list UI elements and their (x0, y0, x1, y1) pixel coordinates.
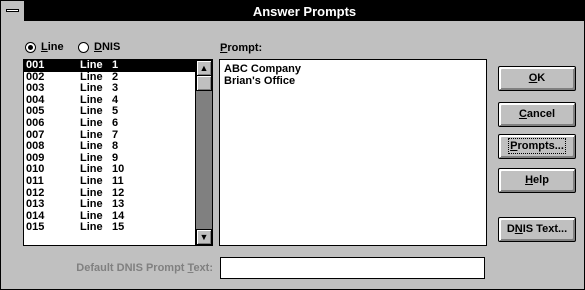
cancel-button-accel: C (518, 108, 527, 120)
list-item[interactable]: 003 Line 3 (24, 83, 196, 95)
list-item-name: Line (80, 116, 103, 129)
list-item[interactable]: 006 Line 6 (24, 116, 196, 130)
list-item-code: 015 (26, 221, 45, 234)
line-listbox[interactable]: 001 Line 1 002 Line 2 003 Line 3 004 Line 4 005 Line 5… (23, 59, 213, 246)
list-item-num: 15 (112, 221, 125, 234)
list-item-num: 8 (112, 140, 119, 153)
list-item[interactable]: 004 Line 4 (24, 94, 196, 107)
list-item-code: 008 (26, 140, 45, 153)
prompts-button-label: rompts... (517, 140, 564, 152)
system-menu-button[interactable] (1, 1, 25, 21)
list-item-name: Line (80, 221, 103, 234)
list-item[interactable]: 014 Line 14 (24, 210, 196, 223)
prompts-button[interactable]: Prompts... (498, 134, 576, 159)
dnis-text-button-accel: N (514, 223, 523, 235)
prompt-textarea[interactable]: ABC Company Brian's Office (219, 59, 487, 246)
list-item-name: Line (80, 59, 103, 71)
system-menu-icon (6, 9, 19, 12)
list-item-name: Line (80, 140, 103, 153)
help-button[interactable]: Help (498, 168, 576, 193)
list-item-name: Line (80, 174, 103, 187)
list-item[interactable]: 008 Line 8 (24, 141, 196, 153)
scroll-track[interactable] (196, 91, 212, 229)
list-scrollbar[interactable]: ▲ ▼ (195, 60, 212, 245)
prompts-button-focus-rect: Prompts... (508, 138, 566, 154)
line-radio-label-rest: ine (47, 41, 64, 53)
list-item[interactable]: 005 Line 5 (24, 106, 196, 118)
list-item[interactable]: 012 Line 12 (24, 187, 196, 200)
line-radio-label[interactable]: Line (41, 41, 64, 53)
prompt-line: Brian's Office (224, 75, 296, 87)
ok-button-label: K (537, 72, 546, 84)
prompt-label-rest: rompt: (227, 42, 263, 54)
scroll-thumb[interactable] (196, 75, 212, 91)
prompt-label: Prompt: (220, 42, 262, 54)
default-dnis-label-rest: ext: (193, 262, 213, 274)
line-list-rows: 001 Line 1 002 Line 2 003 Line 3 004 Line 4 005 Line 5… (24, 60, 212, 234)
list-item-code: 013 (26, 198, 45, 211)
scroll-up-icon: ▲ (199, 63, 209, 73)
scroll-down-button[interactable]: ▼ (196, 229, 212, 245)
list-item-num: 6 (112, 116, 119, 129)
dnis-text-button[interactable]: DNIS Text... (498, 217, 576, 242)
list-item-num: 13 (112, 198, 125, 211)
dnis-radio-label-accel: D (94, 41, 102, 53)
dnis-radio-label[interactable]: DNIS (94, 41, 120, 53)
cancel-button[interactable]: Cancel (498, 102, 576, 127)
default-dnis-label-pre: Default DNIS Prompt (76, 262, 188, 274)
list-item[interactable]: 009 Line 9 (24, 152, 196, 165)
cancel-button-label: ancel (526, 108, 556, 120)
scroll-down-icon: ▼ (199, 232, 209, 242)
list-item[interactable]: 015 Line 15 (24, 222, 196, 234)
window-title: Answer Prompts (252, 4, 357, 19)
dnis-text-button-pre: D (506, 223, 515, 235)
ok-button-accel: O (528, 72, 538, 84)
title-bar: Answer Prompts (1, 1, 584, 21)
prompt-line: ABC Company (224, 63, 302, 75)
dnis-text-button-label: IS Text... (522, 223, 568, 235)
help-button-label: elp (533, 174, 549, 186)
radio-selected-dot (28, 45, 33, 50)
list-item[interactable]: 010 Line 10 (24, 164, 196, 176)
list-item-code: 011 (26, 174, 44, 187)
list-item-num: 1 (112, 59, 119, 71)
list-item-code: 001 (26, 59, 45, 71)
list-item[interactable]: 002 Line 2 (24, 71, 196, 84)
default-dnis-prompt-label: Default DNIS Prompt Text: (21, 262, 213, 274)
ok-button[interactable]: OK (498, 66, 576, 91)
scroll-up-button[interactable]: ▲ (196, 60, 212, 76)
line-radio-label-accel: L (41, 41, 48, 53)
line-radio[interactable] (25, 42, 36, 53)
list-item-name: Line (80, 198, 103, 211)
list-item[interactable]: 007 Line 7 (24, 129, 196, 142)
dnis-radio[interactable] (78, 42, 89, 53)
list-item[interactable]: 001 Line 1 (24, 60, 196, 72)
list-item[interactable]: 013 Line 13 (24, 199, 196, 211)
default-dnis-prompt-input[interactable] (220, 257, 485, 279)
help-button-accel: H (525, 174, 534, 186)
answer-prompts-dialog: Answer Prompts Line DNIS 001 Line 1 002 Line… (0, 0, 585, 290)
list-item[interactable]: 011 Line 11 (24, 174, 196, 188)
list-item-code: 006 (26, 116, 45, 129)
dnis-radio-label-rest: NIS (101, 41, 121, 53)
list-item-num: 11 (112, 174, 124, 187)
